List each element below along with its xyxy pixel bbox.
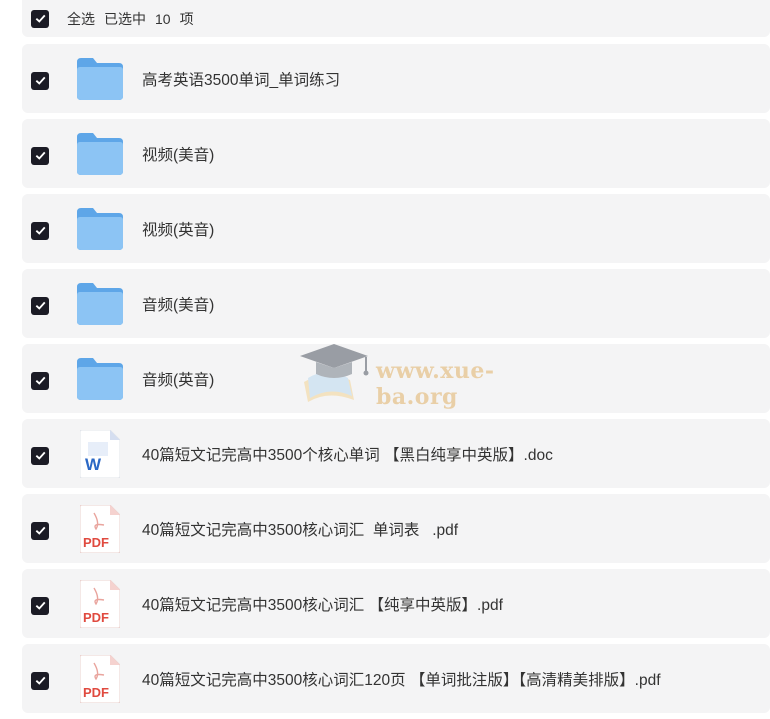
- file-name[interactable]: 音频(英音): [142, 368, 214, 390]
- check-icon: [35, 301, 45, 310]
- file-name[interactable]: 视频(英音): [142, 218, 214, 240]
- file-row[interactable]: W 40篇短文记完高中3500个核心单词 【黑白纯享中英版】.doc: [22, 419, 770, 488]
- check-icon: [35, 451, 45, 460]
- check-icon: [35, 151, 45, 160]
- row-checkbox[interactable]: [31, 71, 49, 90]
- check-icon: [35, 226, 45, 235]
- row-checkbox[interactable]: [31, 371, 49, 390]
- word-letter: W: [85, 455, 102, 474]
- check-icon: [35, 601, 45, 610]
- select-all-checkbox[interactable]: [31, 9, 49, 28]
- file-name[interactable]: 音频(美音): [142, 293, 214, 315]
- row-checkbox[interactable]: [31, 446, 49, 465]
- select-all-label[interactable]: 全选: [67, 11, 95, 27]
- row-checkbox[interactable]: [31, 146, 49, 165]
- folder-icon: [76, 205, 124, 253]
- folder-icon: [76, 280, 124, 328]
- pdf-icon: PDF: [76, 504, 124, 553]
- word-doc-icon: W: [76, 429, 124, 478]
- row-checkbox[interactable]: [31, 296, 49, 315]
- row-checkbox[interactable]: [31, 521, 49, 540]
- folder-icon: [76, 130, 124, 178]
- selection-toolbar: 全选 已选中 10 项: [22, 0, 770, 37]
- selected-count: 10: [155, 10, 171, 27]
- check-icon: [35, 14, 45, 23]
- check-icon: [35, 526, 45, 535]
- file-row[interactable]: PDF 40篇短文记完高中3500核心词汇 【纯享中英版】.pdf: [22, 569, 770, 638]
- file-row[interactable]: PDF 40篇短文记完高中3500核心词汇120页 【单词批注版】【高清精美排版】…: [22, 644, 770, 713]
- check-icon: [35, 676, 45, 685]
- file-row[interactable]: 视频(英音): [22, 194, 770, 263]
- check-icon: [35, 376, 45, 385]
- selected-suffix: 项: [179, 10, 194, 27]
- folder-icon: [76, 355, 124, 403]
- row-checkbox[interactable]: [31, 671, 49, 690]
- row-checkbox[interactable]: [31, 596, 49, 615]
- file-name[interactable]: 高考英语3500单词_单词练习: [142, 68, 340, 90]
- selection-summary: 全选 已选中 10 项: [67, 9, 203, 29]
- file-row[interactable]: PDF 40篇短文记完高中3500核心词汇 单词表 .pdf: [22, 494, 770, 563]
- pdf-label: PDF: [83, 535, 109, 550]
- pdf-label: PDF: [83, 685, 109, 700]
- pdf-label: PDF: [83, 610, 109, 625]
- file-name[interactable]: 40篇短文记完高中3500个核心单词 【黑白纯享中英版】.doc: [142, 443, 553, 465]
- pdf-icon: PDF: [76, 654, 124, 703]
- file-name[interactable]: 40篇短文记完高中3500核心词汇120页 【单词批注版】【高清精美排版】.pd…: [142, 668, 661, 690]
- row-checkbox[interactable]: [31, 221, 49, 240]
- file-name[interactable]: 40篇短文记完高中3500核心词汇 【纯享中英版】.pdf: [142, 593, 503, 615]
- file-row[interactable]: 音频(英音): [22, 344, 770, 413]
- file-list: 高考英语3500单词_单词练习 视频(美音) 视频(英音) 音频(美音) 音频(英音) W…: [22, 44, 770, 719]
- file-name[interactable]: 视频(美音): [142, 143, 214, 165]
- file-row[interactable]: 音频(美音): [22, 269, 770, 338]
- file-row[interactable]: 视频(美音): [22, 119, 770, 188]
- selected-prefix: 已选中: [104, 10, 146, 27]
- pdf-icon: PDF: [76, 579, 124, 628]
- file-row[interactable]: 高考英语3500单词_单词练习: [22, 44, 770, 113]
- file-name[interactable]: 40篇短文记完高中3500核心词汇 单词表 .pdf: [142, 518, 458, 540]
- folder-icon: [76, 55, 124, 103]
- check-icon: [35, 76, 45, 85]
